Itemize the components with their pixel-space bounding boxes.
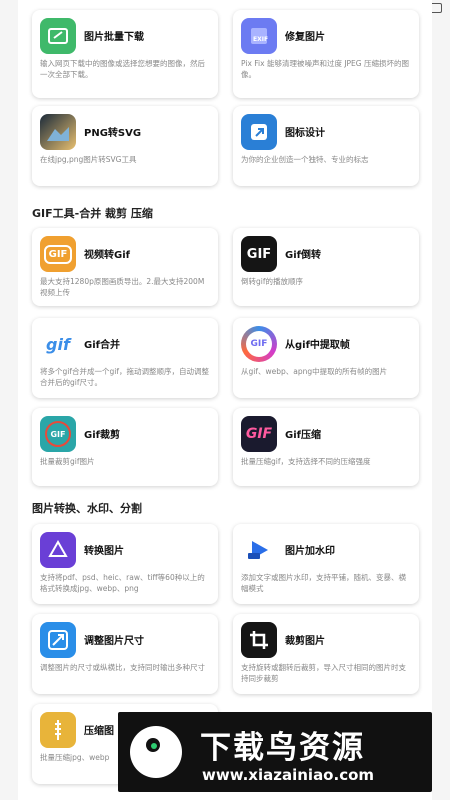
tool-card-gif-reverse[interactable]: GIF Gif倒转 倒转gif的播放顺序	[233, 228, 419, 306]
tool-card-convert-image[interactable]: 转换图片 支持将pdf、psd、heic、raw、tiff等60种以上的格式转换…	[32, 524, 218, 604]
svg-text:EXIF: EXIF	[253, 36, 268, 43]
card-description: 批量压缩gif，支持选择不同的压缩强度	[241, 457, 371, 466]
tool-card-gif-crop[interactable]: GIF Gif裁剪 批量裁剪gif图片	[32, 408, 218, 486]
tool-card-batch-download[interactable]: 图片批量下载 输入网页下载中的图像或选择您想要的图像，然后一次全部下载。	[32, 10, 218, 98]
card-description: 从gif、webp、apng中提取的所有帧的图片	[241, 367, 388, 376]
card-description: 支持将pdf、psd、heic、raw、tiff等60种以上的格式转换成jpg、…	[40, 573, 205, 593]
card-title: Gif裁剪	[84, 430, 120, 441]
tool-card-video-to-gif[interactable]: GIF 视频转Gif 最大支持1280p原图画质导出。2.最大支持200M视频上…	[32, 228, 218, 306]
card-description: 批量裁剪gif图片	[40, 457, 95, 466]
card-description: 将多个gif合并成一个gif，拖动调整顺序，自动调整合并后的gif尺寸。	[40, 367, 209, 387]
card-title: 视频转Gif	[84, 250, 130, 261]
card-title: 压缩图	[84, 726, 114, 737]
compress-icon	[40, 712, 76, 748]
tool-card-resize[interactable]: 调整图片尺寸 调整图片的尺寸或纵横比，支持同时输出多种尺寸	[32, 614, 218, 694]
card-description: 调整图片的尺寸或纵横比，支持同时输出多种尺寸	[40, 663, 205, 672]
gif-crop-icon: GIF	[40, 416, 76, 452]
gif-reverse-icon: GIF	[241, 236, 277, 272]
card-title: 图片批量下载	[84, 32, 144, 43]
bird-eye-highlight-icon	[151, 743, 157, 749]
watermark-icon	[241, 532, 277, 568]
watermark-overlay: 下载鸟资源 www.xiazainiao.com	[118, 712, 432, 792]
landscape-icon	[40, 114, 76, 150]
logo-design-icon	[241, 114, 277, 150]
bird-logo-icon	[130, 726, 182, 778]
section-title-gif-tools: GIF工具-合并 裁剪 压缩	[32, 207, 153, 220]
card-title: 调整图片尺寸	[84, 636, 144, 647]
tool-card-png-to-svg[interactable]: PNG转SVG 在线jpg,png图片转SVG工具	[32, 106, 218, 186]
card-title: PNG转SVG	[84, 128, 142, 139]
tool-card-gif-compress[interactable]: GIF Gif压缩 批量压缩gif，支持选择不同的压缩强度	[233, 408, 419, 486]
card-title: 裁剪图片	[285, 636, 325, 647]
card-title: 图标设计	[285, 128, 325, 139]
gif-merge-icon: gif	[40, 326, 76, 362]
tool-card-watermark[interactable]: 图片加水印 添加文字或图片水印，支持平铺，随机、变暴、横幅模式	[233, 524, 419, 604]
crop-icon	[241, 622, 277, 658]
card-description: 为你的企业创造一个独特、专业的标志	[241, 155, 369, 164]
card-description: 最大支持1280p原图画质导出。2.最大支持200M视频上传	[40, 277, 205, 297]
exif-icon: EXIF	[241, 18, 277, 54]
tool-card-gif-merge[interactable]: gif Gif合并 将多个gif合并成一个gif，拖动调整顺序，自动调整合并后的…	[32, 318, 218, 398]
card-title: Gif压缩	[285, 430, 321, 441]
watermark-url: www.xiazainiao.com	[202, 766, 375, 784]
card-description: Pix Fix 能够清理被噪声和过度 JPEG 压缩损坏的图像。	[241, 59, 409, 79]
tool-card-crop[interactable]: 裁剪图片 支持旋转或翻转后裁剪，导入尺寸相同的图片时支持同步裁剪	[233, 614, 419, 694]
tool-card-gif-extract[interactable]: GIF 从gif中提取帧 从gif、webp、apng中提取的所有帧的图片	[233, 318, 419, 398]
card-title: Gif合并	[84, 340, 120, 351]
section-title-image-convert: 图片转换、水印、分割	[32, 502, 142, 515]
download-icon	[40, 18, 76, 54]
card-title: 从gif中提取帧	[285, 340, 350, 351]
card-title: 转换图片	[84, 546, 124, 557]
card-title: 修复图片	[285, 32, 325, 43]
card-title: 图片加水印	[285, 546, 335, 557]
watermark-brand: 下载鸟资源	[200, 730, 365, 766]
card-description: 倒转gif的播放顺序	[241, 277, 303, 286]
tool-card-fix-image[interactable]: EXIF 修复图片 Pix Fix 能够清理被噪声和过度 JPEG 压缩损坏的图…	[233, 10, 419, 98]
card-description: 添加文字或图片水印，支持平铺，随机、变暴、横幅模式	[241, 573, 406, 593]
gif-icon: GIF	[40, 236, 76, 272]
gif-compress-icon: GIF	[241, 416, 277, 452]
tool-card-logo-design[interactable]: 图标设计 为你的企业创造一个独特、专业的标志	[233, 106, 419, 186]
gif-extract-icon: GIF	[241, 326, 277, 362]
card-description: 支持旋转或翻转后裁剪，导入尺寸相同的图片时支持同步裁剪	[241, 663, 406, 683]
resize-icon	[40, 622, 76, 658]
card-description: 输入网页下载中的图像或选择您想要的图像，然后一次全部下载。	[40, 59, 205, 79]
card-title: Gif倒转	[285, 250, 321, 261]
convert-icon	[40, 532, 76, 568]
card-description: 在线jpg,png图片转SVG工具	[40, 155, 137, 164]
